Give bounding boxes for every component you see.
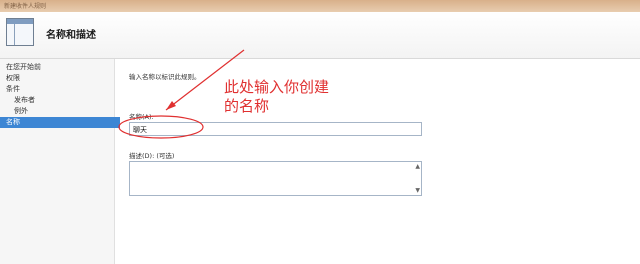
annotation-circle xyxy=(118,115,204,139)
annotation-line-2: 的名称 xyxy=(224,97,270,115)
annotation-arrowhead-icon xyxy=(166,101,176,110)
annotation-text: 此处输入你创建 的名称 xyxy=(224,78,374,116)
annotation-overlay xyxy=(118,49,245,139)
annotation-line-1: 此处输入你创建 xyxy=(224,78,330,96)
